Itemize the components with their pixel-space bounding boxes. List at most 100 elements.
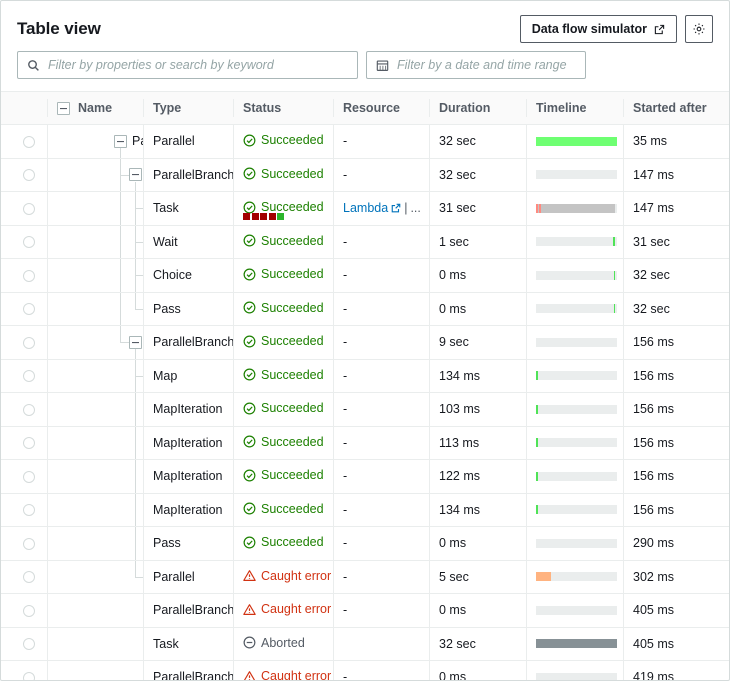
table-row[interactable]: A Task Aborted 32 sec 405 ms bbox=[1, 627, 729, 661]
row-started-after-cell: 156 ms bbox=[623, 359, 729, 393]
timeline-segment bbox=[536, 371, 538, 381]
row-radio-button[interactable] bbox=[23, 437, 35, 450]
tree-connector-lines bbox=[57, 192, 143, 225]
column-header-select bbox=[1, 91, 47, 125]
row-select-cell bbox=[1, 258, 47, 293]
collapse-all-icon[interactable] bbox=[57, 101, 70, 115]
row-type-cell: ParallelBranch bbox=[143, 158, 233, 192]
table-row[interactable]: #0 ParallelBranch Caught error - 0 ms 405 … bbox=[1, 593, 729, 628]
timeline-bar bbox=[536, 404, 617, 414]
status-badge: Caught error bbox=[243, 602, 331, 616]
timeline-bar bbox=[536, 505, 617, 515]
row-radio-button[interactable] bbox=[23, 135, 35, 148]
retry-block bbox=[277, 213, 284, 220]
column-header-duration: Duration bbox=[429, 91, 526, 125]
resource-link-label: Lambda bbox=[343, 201, 389, 216]
table-row[interactable]: Parallel Parallel Succeeded - 32 sec 35 ms bbox=[1, 124, 729, 159]
row-radio-button[interactable] bbox=[23, 236, 35, 249]
column-header-timeline-label: Timeline bbox=[536, 101, 587, 115]
row-select-cell bbox=[1, 660, 47, 680]
timeline-bar bbox=[536, 203, 617, 213]
table-row[interactable]: Choice Choice Succeeded - 0 ms 32 sec bbox=[1, 258, 729, 293]
row-name-cell: #0 bbox=[47, 325, 143, 360]
row-duration-cell: 113 ms bbox=[429, 426, 526, 460]
row-radio-button[interactable] bbox=[23, 638, 35, 651]
table-row[interactable]: #0 MapIteration Succeeded - 103 ms 156 ms bbox=[1, 392, 729, 427]
row-radio-button[interactable] bbox=[23, 604, 35, 617]
table-row[interactable]: #2 MapIteration Succeeded - 122 ms 156 ms bbox=[1, 459, 729, 494]
settings-button[interactable] bbox=[685, 15, 713, 43]
row-name-cell: Pass bbox=[47, 292, 143, 326]
status-badge: Succeeded bbox=[243, 200, 324, 214]
table-row[interactable]: FailAct Parallel Caught error - 5 sec 302 … bbox=[1, 560, 729, 594]
status-succeeded-icon bbox=[243, 268, 256, 281]
row-name-cell: Map bbox=[47, 359, 143, 393]
table-row[interactable]: #3 MapIteration Succeeded - 134 ms 156 ms bbox=[1, 493, 729, 527]
tree-toggle-collapse-icon[interactable] bbox=[114, 134, 127, 148]
table-row[interactable]: Pass Pass Succeeded - 0 ms 32 sec bbox=[1, 292, 729, 326]
table-row[interactable]: #1 ParallelBranch Caught error - 0 ms 419 … bbox=[1, 660, 729, 681]
row-radio-button[interactable] bbox=[23, 169, 35, 182]
timeline-retry-segment bbox=[539, 203, 541, 213]
resource-empty: - bbox=[343, 402, 348, 417]
row-started-after-cell: 156 ms bbox=[623, 493, 729, 527]
table-row[interactable]: Lambd Task Succeeded Lambda |...31 sec14… bbox=[1, 191, 729, 226]
search-input[interactable]: Filter by properties or search by keywor… bbox=[17, 51, 358, 79]
row-resource-cell: - bbox=[333, 325, 429, 360]
row-started-after-cell: 32 sec bbox=[623, 292, 729, 326]
status-badge: Succeeded bbox=[243, 435, 324, 449]
table-row[interactable]: #1 MapIteration Succeeded - 113 ms 156 ms bbox=[1, 426, 729, 460]
row-radio-button[interactable] bbox=[23, 403, 35, 416]
search-input-placeholder: Filter by properties or search by keywor… bbox=[48, 58, 274, 72]
row-started-after-cell: 156 ms bbox=[623, 426, 729, 460]
status-label: Succeeded bbox=[261, 267, 324, 281]
row-radio-button[interactable] bbox=[23, 269, 35, 282]
row-resource-cell[interactable]: Lambda |... bbox=[333, 191, 429, 226]
timeline-segment bbox=[536, 572, 552, 582]
status-label: Caught error bbox=[261, 568, 332, 583]
status-badge: Succeeded bbox=[243, 334, 324, 348]
row-timeline-cell bbox=[526, 258, 623, 293]
row-type-cell: Wait bbox=[143, 225, 233, 259]
row-status-cell: Succeeded bbox=[233, 158, 333, 192]
row-timeline-cell bbox=[526, 325, 623, 360]
row-started-after-cell: 156 ms bbox=[623, 392, 729, 427]
row-radio-button[interactable] bbox=[23, 470, 35, 483]
row-radio-button[interactable] bbox=[23, 671, 35, 680]
table-row[interactable]: Map Map Succeeded - 134 ms 156 ms bbox=[1, 359, 729, 393]
resource-link[interactable]: Lambda bbox=[343, 201, 401, 215]
status-badge: Succeeded bbox=[243, 167, 324, 181]
row-name-cell: Choice bbox=[47, 258, 143, 293]
timeline-bar bbox=[536, 237, 617, 247]
table-row[interactable]: #0 ParallelBranch Succeeded - 9 sec 156 ms bbox=[1, 325, 729, 360]
table-row[interactable]: P Pass Succeeded - 0 ms 290 ms bbox=[1, 526, 729, 561]
table-row[interactable]: Wait Wait Succeeded - 1 sec 31 sec bbox=[1, 225, 729, 259]
tree-connector-lines bbox=[57, 225, 143, 258]
row-radio-button[interactable] bbox=[23, 370, 35, 383]
row-radio-button[interactable] bbox=[23, 504, 35, 517]
timeline-bar bbox=[536, 170, 617, 180]
row-radio-button[interactable] bbox=[23, 571, 35, 584]
row-radio-button[interactable] bbox=[23, 202, 35, 215]
data-flow-simulator-button[interactable]: Data flow simulator bbox=[519, 15, 677, 43]
status-succeeded-icon bbox=[243, 201, 256, 214]
row-resource-cell: - bbox=[333, 124, 429, 159]
row-name-cell: Lambd bbox=[47, 191, 143, 226]
resource-overflow-ellipsis[interactable]: ... bbox=[410, 201, 420, 215]
row-duration-cell: 31 sec bbox=[429, 191, 526, 226]
row-status-cell: Succeeded bbox=[233, 392, 333, 427]
table-row[interactable]: #1 ParallelBranch Succeeded - 32 sec 147 m… bbox=[1, 158, 729, 192]
column-header-timeline: Timeline bbox=[526, 91, 623, 125]
row-radio-button[interactable] bbox=[23, 537, 35, 550]
timeline-bar bbox=[536, 136, 617, 146]
status-label: Succeeded bbox=[261, 200, 324, 214]
status-label: Caught error bbox=[261, 669, 332, 681]
tree-toggle-collapse-icon[interactable] bbox=[129, 335, 142, 349]
row-radio-button[interactable] bbox=[23, 336, 35, 349]
tree-toggle-collapse-icon[interactable] bbox=[129, 168, 142, 182]
row-started-after-cell: 31 sec bbox=[623, 225, 729, 259]
row-radio-button[interactable] bbox=[23, 303, 35, 316]
date-range-input[interactable]: Filter by a date and time range bbox=[366, 51, 586, 79]
row-duration-cell: 0 ms bbox=[429, 292, 526, 326]
row-select-cell bbox=[1, 593, 47, 628]
